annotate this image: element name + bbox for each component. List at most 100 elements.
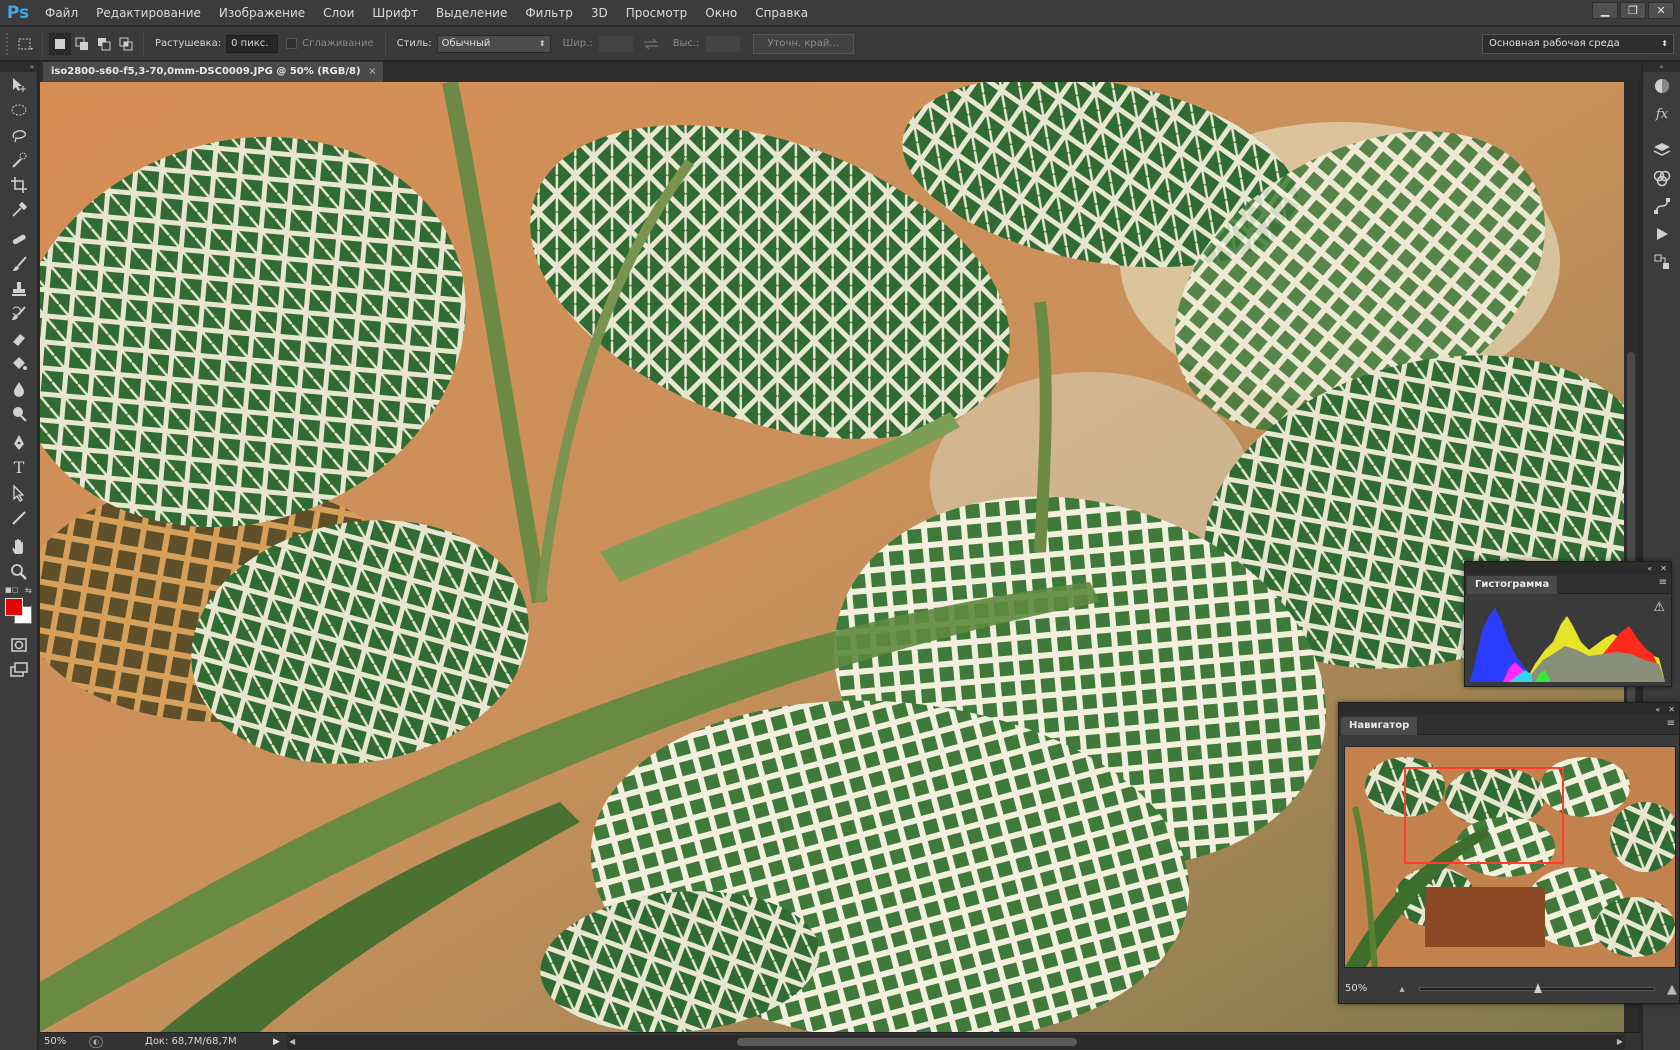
- antialias-label: Сглаживание: [302, 38, 374, 49]
- navigator-preview[interactable]: [1344, 746, 1676, 968]
- options-grip[interactable]: [6, 32, 14, 55]
- menu-help[interactable]: Справка: [746, 0, 817, 26]
- intersect-selection-icon[interactable]: [115, 33, 137, 55]
- swap-colors-icon[interactable]: ⇆: [25, 586, 32, 595]
- status-menu-arrow-icon[interactable]: ▶: [273, 1037, 287, 1047]
- document-tab[interactable]: iso2800-s60-f5,3-70,0mm-DSC0009.JPG @ 50…: [43, 62, 383, 82]
- document-title: iso2800-s60-f5,3-70,0mm-DSC0009.JPG @ 50…: [51, 66, 361, 77]
- default-colors-icon[interactable]: ■□: [5, 586, 18, 594]
- eraser-tool-icon[interactable]: [0, 326, 38, 351]
- feather-input[interactable]: 0 пикс.: [226, 34, 279, 53]
- warning-icon[interactable]: ⚠: [1653, 600, 1665, 615]
- scroll-right-icon[interactable]: ▶: [1617, 1035, 1623, 1049]
- options-bar: Растушевка: 0 пикс. Сглаживание Стиль: О…: [0, 27, 1680, 61]
- divider: [143, 32, 144, 55]
- zoom-in-icon[interactable]: ▲: [1665, 982, 1679, 997]
- panel-collapse-icon[interactable]: «: [1655, 705, 1660, 714]
- width-input[interactable]: [597, 34, 634, 53]
- menu-window[interactable]: Окно: [696, 0, 746, 26]
- path-select-tool-icon[interactable]: [0, 480, 38, 505]
- brush-tool-icon[interactable]: [0, 251, 38, 276]
- navigator-tab[interactable]: Навигатор: [1341, 717, 1418, 735]
- actions-icon[interactable]: [1643, 220, 1680, 248]
- minimize-button[interactable]: ▁: [1592, 2, 1618, 19]
- horizontal-scroll-thumb[interactable]: [737, 1037, 1077, 1046]
- swap-dimensions-icon[interactable]: [640, 33, 662, 55]
- scroll-left-icon[interactable]: ◀: [289, 1035, 295, 1049]
- foreground-color[interactable]: [5, 598, 23, 616]
- menu-edit[interactable]: Редактирование: [87, 0, 210, 26]
- antialias-checkbox[interactable]: [286, 38, 298, 49]
- menu-layer[interactable]: Слои: [314, 0, 363, 26]
- clone-stamp-tool-icon[interactable]: [0, 276, 38, 301]
- select-arrow-icon: ⬍: [538, 38, 546, 48]
- style-value: Обычный: [441, 37, 491, 49]
- dodge-tool-icon[interactable]: [0, 401, 38, 426]
- zoom-out-icon[interactable]: ▴: [1395, 984, 1409, 995]
- divider: [384, 32, 386, 55]
- eyedropper-tool-icon[interactable]: [0, 197, 38, 222]
- add-selection-icon[interactable]: [71, 33, 93, 55]
- dock-collapse-icon[interactable]: »: [1643, 62, 1680, 72]
- crop-tool-icon[interactable]: [0, 172, 38, 197]
- history-icon[interactable]: [1643, 248, 1680, 276]
- close-button[interactable]: ✕: [1648, 2, 1674, 19]
- color-wheel-icon[interactable]: [1643, 72, 1680, 100]
- close-tab-icon[interactable]: ×: [368, 62, 376, 82]
- new-selection-icon[interactable]: [49, 32, 71, 55]
- panel-collapse-icon[interactable]: «: [0, 62, 37, 72]
- style-select[interactable]: Обычный ⬍: [436, 34, 551, 53]
- marquee-tool-icon[interactable]: [0, 97, 38, 122]
- tools-panel: « T ■□ ⇆: [0, 62, 38, 1050]
- style-label: Стиль:: [396, 38, 432, 49]
- menu-select[interactable]: Выделение: [427, 0, 516, 26]
- zoom-tool-icon[interactable]: [0, 559, 38, 584]
- navigator-view-box[interactable]: [1404, 767, 1564, 864]
- status-zoom[interactable]: 50%: [39, 1036, 89, 1047]
- panel-menu-icon[interactable]: ≡: [1659, 577, 1667, 588]
- styles-fx-icon[interactable]: fx: [1643, 100, 1680, 128]
- status-document-size: Док: 68,7M/68,7M: [145, 1036, 237, 1047]
- height-input[interactable]: [704, 34, 741, 53]
- history-brush-tool-icon[interactable]: [0, 301, 38, 326]
- workspace-value: Основная рабочая среда: [1489, 38, 1620, 49]
- quick-mask-icon[interactable]: [0, 632, 38, 657]
- type-tool-icon[interactable]: T: [0, 455, 38, 480]
- navigator-zoom-slider[interactable]: [1419, 983, 1655, 993]
- move-tool-icon[interactable]: [0, 72, 38, 97]
- histogram-tab[interactable]: Гистограмма: [1467, 576, 1558, 594]
- quick-select-tool-icon[interactable]: [0, 147, 38, 172]
- panel-close-icon[interactable]: ✕: [1660, 564, 1667, 573]
- status-info-icon[interactable]: ◐: [89, 1035, 103, 1048]
- workspace-select[interactable]: Основная рабочая среда ⬍: [1482, 34, 1674, 54]
- pen-tool-icon[interactable]: [0, 430, 38, 455]
- lasso-tool-icon[interactable]: [0, 122, 38, 147]
- menu-filter[interactable]: Фильтр: [516, 0, 581, 26]
- channels-icon[interactable]: [1643, 164, 1680, 192]
- restore-button[interactable]: ❐: [1620, 2, 1646, 19]
- select-arrow-icon: ⬍: [1661, 39, 1668, 48]
- healing-brush-tool-icon[interactable]: [0, 226, 38, 251]
- refine-edge-button[interactable]: Уточн. край...: [752, 33, 854, 54]
- color-swatches: ■□ ⇆: [0, 584, 38, 628]
- menu-3d[interactable]: 3D: [582, 0, 617, 26]
- menu-type[interactable]: Шрифт: [363, 0, 427, 26]
- horizontal-scrollbar[interactable]: ◀ ▶: [287, 1034, 1625, 1049]
- navigator-slider-knob[interactable]: [1534, 983, 1542, 993]
- panel-menu-icon[interactable]: ≡: [1667, 718, 1675, 729]
- paint-bucket-tool-icon[interactable]: [0, 351, 38, 376]
- panel-collapse-icon[interactable]: «: [1647, 564, 1652, 573]
- paths-icon[interactable]: [1643, 192, 1680, 220]
- layers-icon[interactable]: [1643, 136, 1680, 164]
- menu-file[interactable]: Файл: [36, 0, 87, 26]
- marquee-preset-icon[interactable]: [14, 33, 36, 55]
- panel-close-icon[interactable]: ✕: [1668, 705, 1675, 714]
- line-tool-icon[interactable]: [0, 505, 38, 530]
- blur-tool-icon[interactable]: [0, 376, 38, 401]
- navigator-zoom-field[interactable]: 50%: [1343, 981, 1395, 997]
- subtract-selection-icon[interactable]: [93, 33, 115, 55]
- hand-tool-icon[interactable]: [0, 534, 38, 559]
- menu-view[interactable]: Просмотр: [617, 0, 697, 26]
- screen-mode-icon[interactable]: [0, 657, 38, 682]
- menu-image[interactable]: Изображение: [210, 0, 314, 26]
